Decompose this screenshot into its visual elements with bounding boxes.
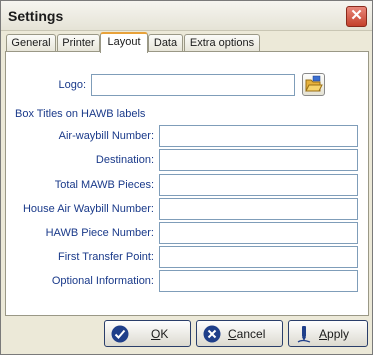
logo-field[interactable]	[91, 74, 295, 96]
logo-label: Logo:	[58, 79, 86, 91]
first-transfer-point-label: First Transfer Point:	[58, 251, 154, 263]
optional-information-field[interactable]	[159, 270, 358, 292]
dialog-footer: OK Cancel Apply	[1, 318, 372, 354]
tab-data[interactable]: Data	[148, 34, 183, 52]
cancel-label: Cancel	[228, 327, 265, 341]
tab-bar: General Printer Layout Data Extra option…	[5, 32, 370, 53]
cancel-button[interactable]: Cancel	[196, 320, 283, 347]
hawb-piece-number-label: HAWB Piece Number:	[45, 227, 154, 239]
layout-tab-panel: Logo: Box Titles on HAWB labels Air-wayb…	[5, 51, 369, 316]
apply-label: Apply	[319, 327, 349, 341]
destination-field[interactable]	[159, 149, 358, 171]
title-bar[interactable]: Settings ✕	[1, 1, 372, 31]
tab-general[interactable]: General	[6, 34, 56, 52]
ok-hotkey: O	[151, 327, 161, 341]
first-transfer-point-field[interactable]	[159, 246, 358, 268]
tab-layout[interactable]: Layout	[100, 32, 148, 53]
hawb-piece-number-field[interactable]	[159, 222, 358, 244]
air-waybill-number-label: Air-waybill Number:	[58, 130, 154, 142]
close-icon: ✕	[350, 7, 363, 24]
cancel-label-rest: ancel	[236, 327, 266, 341]
ok-button[interactable]: OK	[104, 320, 191, 347]
x-circle-icon	[203, 325, 221, 343]
ok-label: OK	[151, 327, 168, 341]
close-button[interactable]: ✕	[346, 6, 367, 27]
checkmark-icon	[111, 325, 129, 343]
folder-open-icon	[305, 75, 323, 92]
cancel-hotkey: C	[228, 327, 237, 341]
window-title: Settings	[8, 8, 64, 24]
optional-information-label: Optional Information:	[51, 275, 154, 287]
house-air-waybill-number-field[interactable]	[159, 198, 358, 220]
apply-label-rest: pply	[327, 327, 350, 341]
total-mawb-pieces-field[interactable]	[159, 174, 358, 196]
pen-icon	[297, 326, 311, 343]
apply-button[interactable]: Apply	[288, 320, 368, 347]
ok-label-rest: K	[160, 327, 169, 341]
browse-logo-button[interactable]	[302, 73, 325, 96]
section-title: Box Titles on HAWB labels	[15, 108, 146, 120]
apply-hotkey: A	[319, 327, 328, 341]
tab-extra-options[interactable]: Extra options	[184, 34, 260, 52]
settings-window: Settings ✕ General Printer Layout Data E…	[0, 0, 373, 355]
air-waybill-number-field[interactable]	[159, 125, 358, 147]
tab-printer[interactable]: Printer	[57, 34, 100, 52]
total-mawb-pieces-label: Total MAWB Pieces:	[54, 179, 154, 191]
house-air-waybill-number-label: House Air Waybill Number:	[22, 203, 154, 215]
destination-label: Destination:	[95, 154, 154, 166]
